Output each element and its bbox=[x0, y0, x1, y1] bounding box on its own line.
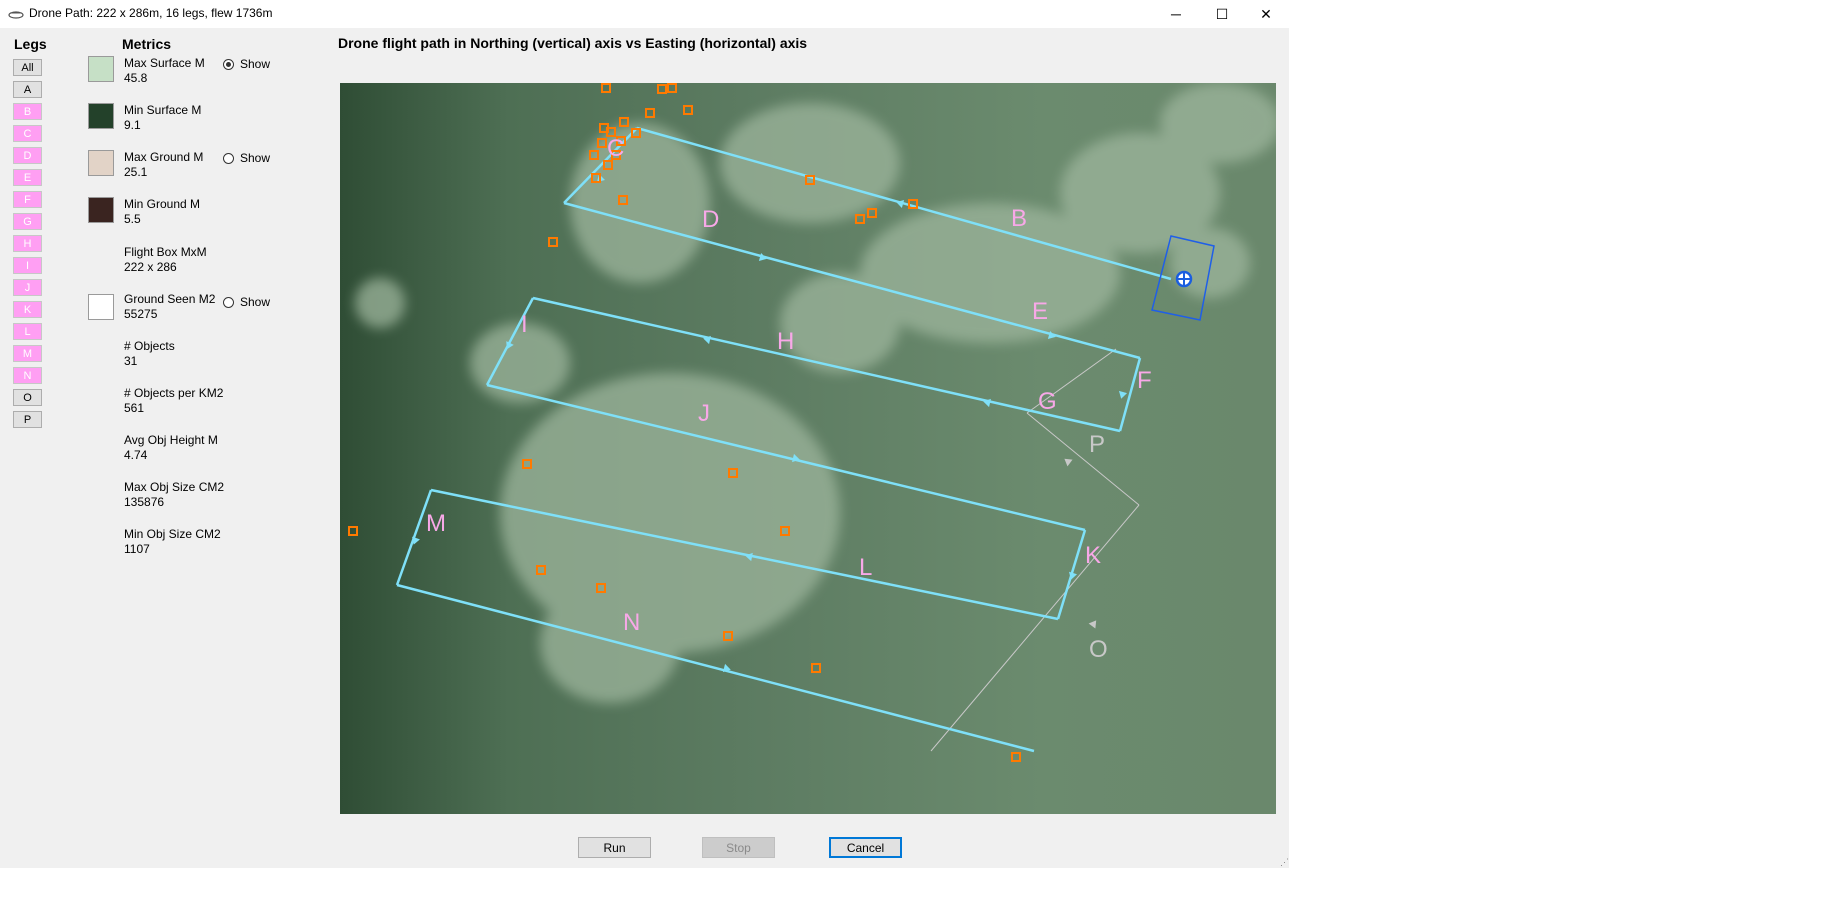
leg-label-m: M bbox=[426, 510, 446, 537]
leg-label-g: G bbox=[1038, 388, 1057, 415]
stop-button[interactable]: Stop bbox=[702, 837, 775, 858]
max-surface-swatch bbox=[88, 56, 114, 82]
max-surface-metric: Max Surface M 45.8 bbox=[124, 56, 205, 86]
leg-label-l: L bbox=[859, 554, 872, 581]
min-obj-size-metric: Min Obj Size CM2 1107 bbox=[124, 527, 221, 557]
leg-button-f[interactable]: F bbox=[13, 191, 42, 208]
metric-value: 4.74 bbox=[124, 448, 148, 462]
leg-button-a[interactable]: A bbox=[13, 81, 42, 98]
radio-dot[interactable] bbox=[223, 296, 234, 308]
metric-label: Min Surface M bbox=[124, 103, 202, 117]
min-ground-swatch bbox=[88, 197, 114, 223]
metric-label: Max Surface M bbox=[124, 56, 205, 70]
leg-label-p: P bbox=[1089, 431, 1105, 458]
max-ground-show-radio[interactable]: Show bbox=[223, 151, 270, 165]
metric-value: 5.5 bbox=[124, 212, 141, 226]
min-ground-metric: Min Ground M 5.5 bbox=[124, 197, 200, 227]
objects-metric: # Objects 31 bbox=[124, 339, 175, 369]
window-title: Drone Path: 222 x 286m, 16 legs, flew 17… bbox=[29, 6, 273, 20]
leg-label-i: I bbox=[521, 311, 528, 338]
leg-button-l[interactable]: L bbox=[13, 323, 42, 340]
min-surface-swatch bbox=[88, 103, 114, 129]
metric-value: 1107 bbox=[124, 542, 150, 556]
leg-button-b[interactable]: B bbox=[13, 103, 42, 120]
metric-label: Min Ground M bbox=[124, 197, 201, 211]
metric-label: Max Ground M bbox=[124, 150, 204, 164]
avg-obj-height-metric: Avg Obj Height M 4.74 bbox=[124, 433, 218, 463]
metric-value: 135876 bbox=[124, 495, 165, 509]
app-window: Drone Path: 222 x 286m, 16 legs, flew 17… bbox=[0, 0, 1289, 868]
max-obj-size-metric: Max Obj Size CM2 135876 bbox=[124, 480, 224, 510]
run-button[interactable]: Run bbox=[578, 837, 651, 858]
metric-label: Flight Box MxM bbox=[124, 245, 207, 259]
leg-button-j[interactable]: J bbox=[13, 279, 42, 296]
title-bar[interactable]: Drone Path: 222 x 286m, 16 legs, flew 17… bbox=[0, 0, 1289, 28]
metric-value: 222 x 286 bbox=[124, 260, 177, 274]
leg-label-o: O bbox=[1089, 636, 1108, 663]
radio-label: Show bbox=[240, 151, 271, 165]
max-surface-show-radio[interactable]: Show bbox=[223, 57, 270, 71]
metric-value: 25.1 bbox=[124, 165, 148, 179]
metric-value: 561 bbox=[124, 401, 145, 415]
radio-dot[interactable] bbox=[223, 152, 234, 164]
resize-grip-icon[interactable]: ⋰ bbox=[1280, 857, 1289, 868]
leg-button-c[interactable]: C bbox=[13, 125, 42, 142]
leg-label-d: D bbox=[702, 206, 719, 233]
min-surface-metric: Min Surface M 9.1 bbox=[124, 103, 201, 133]
metric-value: 9.1 bbox=[124, 118, 141, 132]
leg-label-b: B bbox=[1011, 205, 1027, 232]
leg-button-h[interactable]: H bbox=[13, 235, 42, 252]
leg-button-e[interactable]: E bbox=[13, 169, 42, 186]
metric-label: Avg Obj Height M bbox=[124, 433, 218, 447]
leg-button-i[interactable]: I bbox=[13, 257, 42, 274]
max-ground-swatch bbox=[88, 150, 114, 176]
objects-per-km2-metric: # Objects per KM2 561 bbox=[124, 386, 223, 416]
leg-label-e: E bbox=[1032, 298, 1048, 325]
leg-button-n[interactable]: N bbox=[13, 367, 42, 384]
leg-label-j: J bbox=[698, 400, 710, 427]
leg-button-all[interactable]: All bbox=[13, 59, 42, 76]
radio-dot[interactable] bbox=[223, 58, 234, 70]
max-ground-metric: Max Ground M 25.1 bbox=[124, 150, 203, 180]
cancel-button[interactable]: Cancel bbox=[829, 837, 902, 858]
metric-value: 45.8 bbox=[124, 71, 148, 85]
ground-seen-swatch bbox=[88, 294, 114, 320]
legs-heading: Legs bbox=[14, 36, 47, 52]
leg-label-k: K bbox=[1085, 542, 1101, 569]
leg-label-f: F bbox=[1137, 367, 1152, 394]
ground-seen-metric: Ground Seen M2 55275 bbox=[124, 292, 215, 322]
drone-icon bbox=[8, 11, 24, 19]
chart-title: Drone flight path in Northing (vertical)… bbox=[338, 35, 808, 51]
close-button[interactable]: ✕ bbox=[1243, 0, 1289, 28]
metric-value: 55275 bbox=[124, 307, 158, 321]
leg-label-n: N bbox=[623, 609, 640, 636]
metric-value: 31 bbox=[124, 354, 138, 368]
metric-label: # Objects bbox=[124, 339, 175, 353]
leg-button-p[interactable]: P bbox=[13, 411, 42, 428]
leg-button-d[interactable]: D bbox=[13, 147, 42, 164]
metric-label: # Objects per KM2 bbox=[124, 386, 224, 400]
flight-box-metric: Flight Box MxM 222 x 286 bbox=[124, 245, 207, 275]
metric-label: Max Obj Size CM2 bbox=[124, 480, 225, 494]
maximize-button[interactable]: ☐ bbox=[1199, 0, 1245, 28]
radio-label: Show bbox=[240, 295, 271, 309]
leg-button-o[interactable]: O bbox=[13, 389, 42, 406]
ground-seen-show-radio[interactable]: Show bbox=[223, 295, 270, 309]
metrics-heading: Metrics bbox=[122, 36, 172, 52]
leg-button-g[interactable]: G bbox=[13, 213, 42, 230]
leg-button-m[interactable]: M bbox=[13, 345, 42, 362]
radio-label: Show bbox=[240, 57, 271, 71]
leg-label-h: H bbox=[777, 328, 794, 355]
leg-label-c: C bbox=[607, 135, 624, 162]
minimize-button[interactable]: ─ bbox=[1153, 0, 1199, 28]
leg-button-k[interactable]: K bbox=[13, 301, 42, 318]
metric-label: Ground Seen M2 bbox=[124, 292, 216, 306]
metric-label: Min Obj Size CM2 bbox=[124, 527, 221, 541]
flight-path-map[interactable]: B C D E F G H I J K L M N O P bbox=[340, 83, 1276, 814]
